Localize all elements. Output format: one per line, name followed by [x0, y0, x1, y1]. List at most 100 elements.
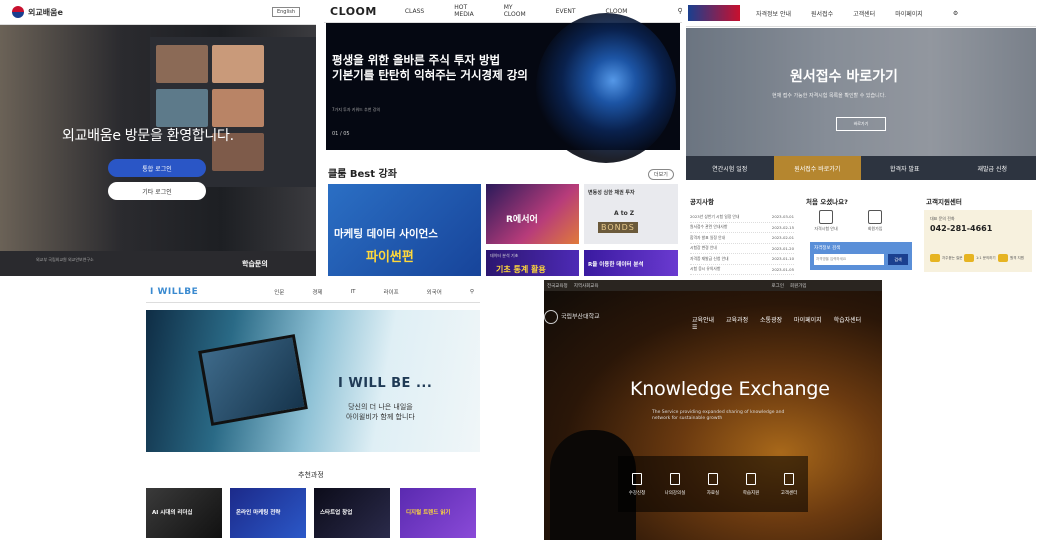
tab-results[interactable]: 합격자 발표 [861, 156, 949, 180]
header: 외교배움e English [0, 0, 316, 25]
nav-class[interactable]: CLASS [405, 8, 424, 15]
nav-humanities[interactable]: 인문 [274, 288, 284, 296]
signup-link[interactable]: 회원가입 [853, 210, 897, 232]
nav-it[interactable]: IT [351, 289, 356, 295]
quick-menu-item[interactable]: 학습지원 [732, 456, 770, 512]
tab-schedule[interactable]: 연간시험 일정 [686, 156, 774, 180]
list-item[interactable]: 2023년 상반기 시험 일정 안내 2023-03-01 [690, 212, 794, 223]
course-card[interactable]: 데이터 분석 기초 기초 통계 활용 [486, 250, 579, 276]
quick-menu-label: 고객센터 [780, 490, 798, 496]
search-button[interactable]: 검색 [888, 254, 908, 265]
panel-knowledge-exchange: 전국교육청 지역사회교육 로그인 회원가입 국립부산대학교 교육안내 교육과정 … [544, 280, 882, 540]
footer: 외교부 국립외교원 외교안보연구소 학습문의 [0, 251, 316, 276]
notice-date: 2023-03-01 [771, 214, 794, 220]
site-logo[interactable]: 국립부산대학교 [544, 310, 600, 324]
tab-apply[interactable]: 원서접수 바로가기 [773, 156, 861, 180]
faq-label[interactable]: 자주묻는 질문 [942, 256, 962, 261]
banner-counter[interactable]: 01 / 05 [332, 131, 350, 137]
customer-title: 고객지원센터 [926, 198, 962, 206]
thumb-title: AI 시대의 리더십 [152, 510, 193, 516]
video-tile [156, 45, 208, 83]
search-box: 자격정보 검색 자격명을 입력하세요 검색 [810, 242, 912, 270]
list-item[interactable]: 시험장 변경 안내 2023-01-20 [690, 244, 794, 254]
list-item[interactable]: 자격증 재발급 신청 안내 2023-01-10 [690, 254, 794, 265]
video-tile [212, 45, 264, 83]
nav-mypage[interactable]: 마이페이지 [895, 9, 923, 18]
course-card[interactable]: R을 이용한 데이터 분석 [584, 250, 678, 276]
notice-text: 합격자 발표 일정 안내 [690, 234, 726, 240]
notice-text: 자격증 재발급 신청 안내 [690, 255, 729, 261]
nav-language[interactable]: 외국어 [427, 288, 442, 296]
inquiry-label[interactable]: 1:1 문의하기 [976, 256, 996, 261]
hero-banner: 외교배움e 방문을 환영합니다. 통합 로그인 기타 로그인 [0, 25, 316, 251]
video-tile [212, 89, 264, 127]
brand-logo[interactable]: I WILLBE [150, 287, 198, 297]
remote-label[interactable]: 원격 지원 [1010, 256, 1024, 261]
site-logo[interactable] [688, 5, 740, 21]
notice-date: 2023-01-20 [771, 245, 794, 251]
signup-link[interactable]: 회원가입 [790, 283, 807, 289]
notice-list: 2023년 상반기 시험 일정 안내 2023-03-01 원서접수 관련 안내사… [690, 212, 794, 275]
hero-banner: 원서접수 바로가기 현재 접수 가능한 자격시험 목록을 확인할 수 있습니다.… [686, 28, 1036, 156]
nav-support[interactable]: 고객센터 [853, 9, 875, 18]
course-card[interactable]: 마케팅 데이터 사이언스 파이썬편 [328, 184, 481, 276]
card-subtitle: 파이썬편 [366, 250, 414, 265]
search-icon[interactable]: ⚲ [677, 7, 682, 15]
quick-menu-item[interactable]: 고객센터 [770, 456, 808, 512]
nav-item[interactable]: 교육과정 [726, 317, 748, 324]
menu-icon[interactable]: ☰ [692, 324, 697, 331]
list-item[interactable]: 시험 응시 유의사항 2023-01-05 [690, 265, 794, 275]
remote-icon[interactable] [998, 254, 1008, 262]
quick-menu-item[interactable]: 수강신청 [618, 456, 656, 512]
quick-menu-label: 자료실 [706, 490, 720, 496]
quick-menu-label: 학습지원 [742, 490, 760, 496]
graduation-icon [819, 210, 833, 224]
nav-item[interactable]: 학습자센터 [834, 317, 862, 324]
hero-button[interactable]: 바로가기 [836, 117, 886, 131]
nav-hot-media[interactable]: HOT MEDIA [454, 4, 473, 18]
tab-reissue[interactable]: 재발급 신청 [948, 156, 1036, 180]
course-card[interactable]: R에서어 [486, 184, 579, 244]
phone-number: 042-281-4661 [930, 224, 993, 233]
faq-icon[interactable] [930, 254, 940, 262]
hero-title: I WILL BE ... [338, 376, 433, 391]
first-visit-title: 처음 오셨나요? [806, 198, 848, 206]
topbar-link[interactable]: 전국교육청 [547, 283, 568, 289]
course-thumb[interactable]: 온라인 마케팅 전략 [230, 488, 306, 538]
course-card[interactable]: 변동성 심한 채권 투자 A to Z BONDS [584, 184, 678, 244]
site-logo[interactable]: 외교배움e [12, 6, 63, 18]
guide-link[interactable]: 자격시험 안내 [804, 210, 848, 232]
search-icon[interactable]: ⚲ [470, 289, 474, 295]
quick-menu-item[interactable]: 자료실 [694, 456, 732, 512]
top-utility-bar: 전국교육청 지역사회교육 로그인 회원가입 [544, 280, 882, 291]
course-thumb[interactable]: AI 시대의 리더십 [146, 488, 222, 538]
thumb-title: 온라인 마케팅 전략 [236, 510, 281, 516]
sso-login-button[interactable]: 통합 로그인 [108, 159, 206, 177]
main-banner[interactable]: 평생을 위한 올바른 주식 투자 방법 기본기를 탄탄히 익혀주는 거시경제 강… [326, 13, 680, 163]
more-button[interactable]: 더보기 [648, 169, 674, 180]
document-icon [708, 472, 718, 485]
nav-apply[interactable]: 원서접수 [811, 9, 833, 18]
course-thumb[interactable]: 스타트업 창업 [314, 488, 390, 538]
english-button[interactable]: English [271, 7, 300, 17]
nav-item[interactable]: 교육안내 [692, 317, 714, 324]
gear-icon[interactable]: ⚙ [953, 10, 958, 17]
topbar-link[interactable]: 지역사회교육 [574, 283, 599, 289]
chat-icon [746, 472, 756, 485]
nav-life[interactable]: 라이프 [383, 288, 398, 296]
list-item[interactable]: 원서접수 관련 안내사항 2023-02-15 [690, 223, 794, 233]
course-thumb[interactable]: 디지털 트렌드 읽기 [400, 488, 476, 538]
other-login-button[interactable]: 기타 로그인 [108, 182, 206, 200]
search-input[interactable]: 자격명을 입력하세요 [814, 254, 884, 265]
nav-item[interactable]: 마이페이지 [794, 317, 822, 324]
nav-item[interactable]: 소통광장 [760, 317, 782, 324]
nav-info[interactable]: 자격정보 안내 [756, 9, 791, 18]
inquiry-icon[interactable] [964, 254, 974, 262]
nav-my-cloom[interactable]: MY CLOOM [504, 4, 526, 18]
nav-event[interactable]: EVENT [556, 8, 576, 15]
list-item[interactable]: 합격자 발표 일정 안내 2023-02-01 [690, 233, 794, 244]
quick-menu-item[interactable]: 나의강의실 [656, 456, 694, 512]
login-link[interactable]: 로그인 [772, 283, 784, 289]
nav-economy[interactable]: 경제 [312, 288, 322, 296]
brand-logo[interactable]: CLOOM [330, 5, 377, 18]
